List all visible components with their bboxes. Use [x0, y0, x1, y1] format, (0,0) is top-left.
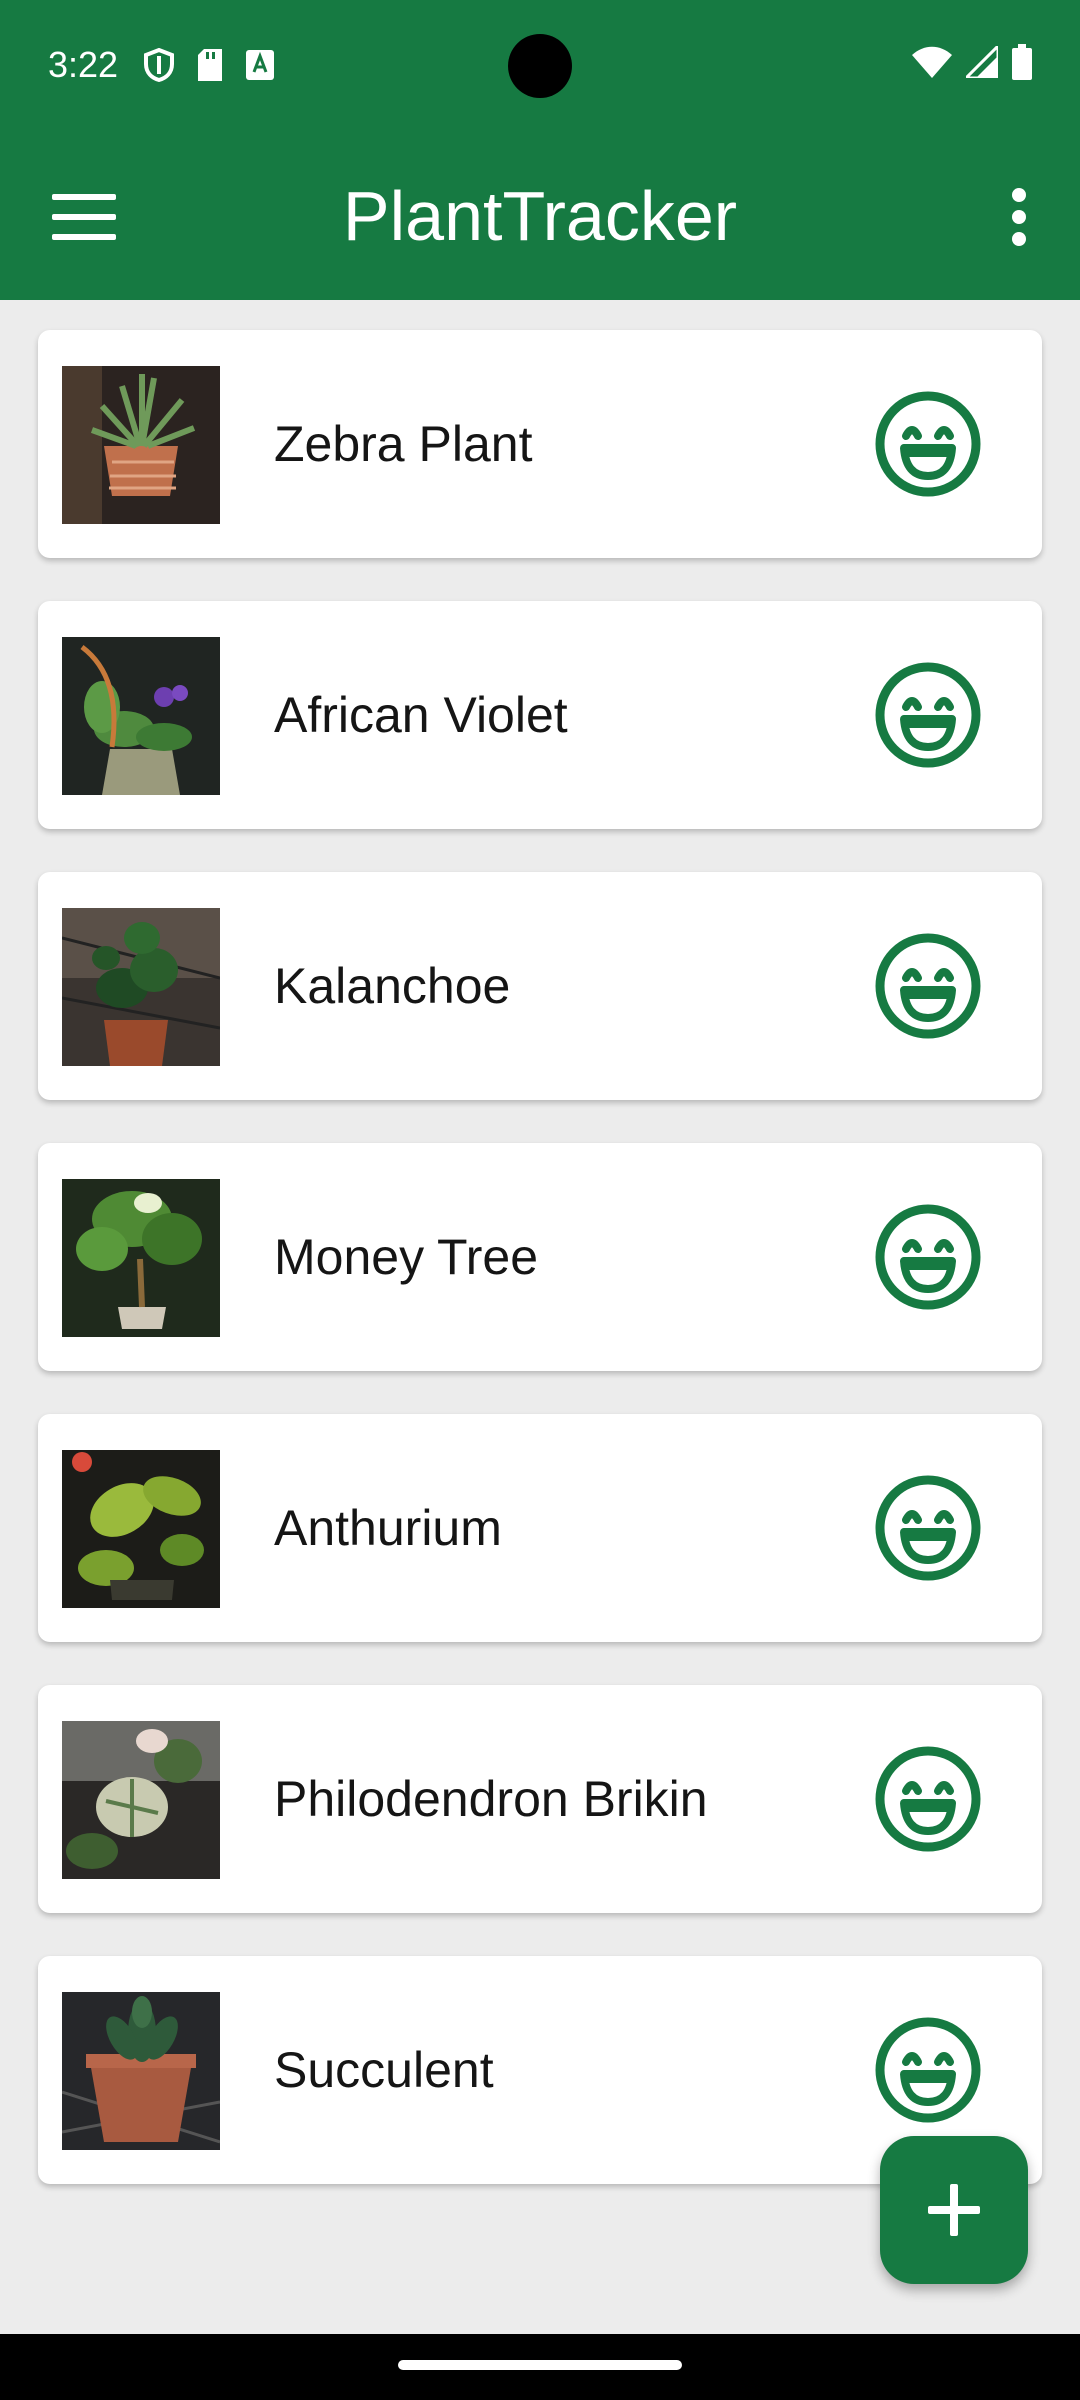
plant-name: Succulent — [274, 2042, 494, 2098]
plant-card[interactable]: Zebra Plant — [38, 330, 1042, 558]
plant-thumbnail — [62, 1992, 220, 2150]
plant-card[interactable]: Kalanchoe — [38, 872, 1042, 1100]
status-time: 3:22 — [48, 44, 119, 85]
status-bar: 3:22 — [0, 0, 1080, 132]
plant-name: Anthurium — [274, 1500, 502, 1556]
plant-name: Money Tree — [274, 1229, 539, 1285]
happy-face-icon — [875, 662, 981, 768]
home-gesture-handle[interactable] — [398, 2360, 682, 2370]
happy-face-icon — [875, 933, 981, 1039]
status-left-icons — [144, 48, 274, 82]
plant-thumbnail — [62, 1450, 220, 1608]
plant-thumbnail — [62, 366, 220, 524]
overflow-menu-button[interactable] — [988, 182, 1048, 250]
camera-cutout — [508, 34, 572, 98]
signal-icon — [966, 46, 998, 78]
wifi-icon — [912, 46, 952, 78]
battery-icon — [1012, 44, 1032, 80]
happy-face-icon — [875, 2017, 981, 2123]
plant-list: Zebra Plant African Violet Kalanchoe Mon… — [38, 330, 1042, 2227]
keyboard-a-icon — [246, 50, 274, 80]
plant-thumbnail — [62, 1179, 220, 1337]
plant-thumbnail — [62, 1721, 220, 1879]
plant-card[interactable]: Anthurium — [38, 1414, 1042, 1642]
plant-name: African Violet — [274, 687, 568, 743]
shield-icon — [144, 48, 174, 82]
add-plant-button[interactable] — [880, 2136, 1028, 2284]
plant-card[interactable]: Money Tree — [38, 1143, 1042, 1371]
status-right-icons — [912, 44, 1032, 80]
plant-name: Philodendron Brikin — [274, 1771, 708, 1827]
plant-card[interactable]: African Violet — [38, 601, 1042, 829]
plant-name: Kalanchoe — [274, 958, 511, 1014]
plant-thumbnail — [62, 908, 220, 1066]
more-vertical-icon — [1012, 188, 1026, 202]
happy-face-icon — [875, 1204, 981, 1310]
sd-card-icon — [198, 49, 222, 81]
happy-face-icon — [875, 1746, 981, 1852]
system-nav-bar — [0, 2334, 1080, 2400]
plant-thumbnail — [62, 637, 220, 795]
app-title: PlantTracker — [342, 177, 738, 255]
happy-face-icon — [875, 391, 981, 497]
app-bar: PlantTracker — [0, 132, 1080, 300]
plant-card[interactable]: Philodendron Brikin — [38, 1685, 1042, 1913]
happy-face-icon — [875, 1475, 981, 1581]
plant-name: Zebra Plant — [274, 416, 533, 472]
